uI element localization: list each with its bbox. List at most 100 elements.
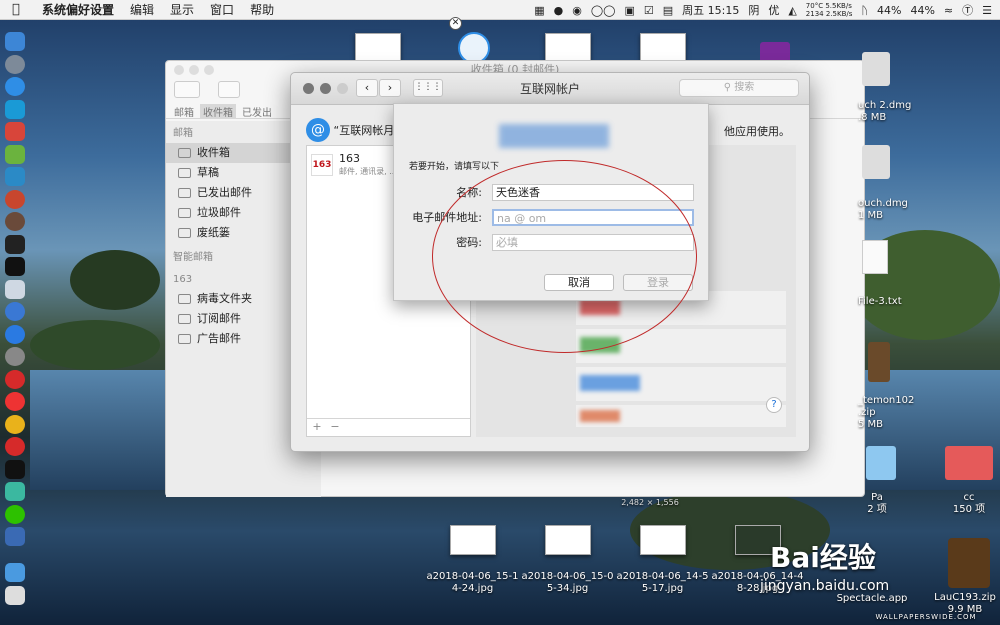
spectacle-app[interactable]: Spectacle.app: [832, 593, 912, 605]
photo-icon[interactable]: [5, 527, 25, 546]
mail-stamp-icon[interactable]: [5, 212, 25, 231]
favorites-sent[interactable]: 已发出: [242, 104, 272, 119]
menu-view[interactable]: 显示: [170, 1, 194, 18]
monitor-icon[interactable]: ▤: [663, 4, 673, 17]
close-icon[interactable]: ✕: [449, 17, 462, 30]
trash-icon[interactable]: [5, 585, 25, 605]
provider-other[interactable]: [576, 405, 786, 427]
desktop-folder-cc[interactable]: cc 150 项: [945, 492, 993, 516]
finder-icon[interactable]: [5, 32, 25, 51]
downloads-folder-icon[interactable]: [5, 563, 25, 582]
accounts-titlebar: ‹ › ⋮⋮⋮ 互联网帐户 ⚲ 搜索: [291, 73, 809, 105]
zip-file-icon-2[interactable]: [948, 538, 990, 588]
add-account-button[interactable]: +: [309, 420, 325, 435]
pin-icon[interactable]: ●: [554, 4, 564, 17]
desktop-folder-pa[interactable]: Pa 2 项: [862, 492, 892, 516]
teamviewer-icon[interactable]: [5, 167, 25, 186]
sheet-logo: [499, 124, 609, 148]
dmg-file-1-icon[interactable]: [862, 52, 890, 86]
chrome-icon[interactable]: [5, 414, 25, 434]
red-folder-icon[interactable]: [945, 446, 993, 480]
desktop-file-dmg-2[interactable]: ouch.dmg 1 MB: [858, 198, 928, 222]
screenshot-thumb-2[interactable]: [545, 525, 591, 555]
launchpad-icon[interactable]: [5, 54, 25, 74]
provider-mail[interactable]: [576, 367, 786, 401]
file-name: a2018-04-06_15-1: [426, 571, 519, 582]
zoom-dot-icon[interactable]: [204, 65, 214, 75]
wechat-icon[interactable]: ◉: [572, 4, 582, 17]
yandex-icon[interactable]: [5, 392, 25, 411]
android-icon[interactable]: [5, 144, 25, 164]
file-size: 2 项: [867, 504, 887, 515]
qq-icon[interactable]: [5, 99, 25, 119]
music-icon[interactable]: [5, 369, 25, 389]
aqi[interactable]: 优: [768, 2, 779, 18]
clock[interactable]: 周五 15:15: [682, 2, 739, 18]
skype-icon[interactable]: Ⓣ: [962, 2, 973, 18]
file-name-2: 5-17.jpg: [641, 583, 684, 594]
cast-icon[interactable]: ◭: [788, 4, 796, 17]
blue-folder-icon[interactable]: [866, 446, 896, 480]
activity-monitor-icon[interactable]: [5, 234, 25, 254]
vivaldi-icon[interactable]: [5, 437, 25, 456]
remove-account-button[interactable]: −: [327, 420, 343, 435]
xcode-icon[interactable]: [5, 302, 25, 321]
appstore-icon[interactable]: [5, 324, 25, 344]
screenshot-file-3[interactable]: a2018-04-06_14-5 5-17.jpg: [615, 571, 710, 595]
wechat-dock-icon[interactable]: [5, 504, 25, 524]
folder-icon: [178, 334, 191, 344]
terminal-icon[interactable]: [5, 257, 25, 276]
zip-file-icon[interactable]: [868, 342, 890, 382]
xmind-icon[interactable]: [5, 122, 25, 141]
desktop-file-dmg-1[interactable]: uch 2.dmg .8 MB: [858, 100, 928, 124]
safari-icon[interactable]: [5, 77, 25, 96]
menu-window[interactable]: 窗口: [210, 1, 234, 18]
file-name: _temon102: [858, 395, 915, 406]
menu-app-name[interactable]: 系统偏好设置: [42, 1, 114, 18]
grid-icon[interactable]: ▦: [534, 4, 544, 17]
search-field[interactable]: ⚲ 搜索: [679, 79, 799, 97]
minimize-dot-icon[interactable]: [189, 65, 199, 75]
bluetooth-icon[interactable]: ᚢ: [861, 4, 868, 17]
compose-button[interactable]: [218, 81, 240, 98]
folder-icon: [178, 294, 191, 304]
dmg-file-2-icon[interactable]: [862, 145, 890, 179]
screenshot-file-1[interactable]: a2018-04-06_15-1 4-24.jpg: [425, 571, 520, 595]
glasses-icon[interactable]: ◯◯: [591, 4, 616, 17]
battery-percent-2[interactable]: 44%: [910, 4, 934, 17]
close-dot-icon[interactable]: [174, 65, 184, 75]
wifi-icon[interactable]: ≈: [944, 4, 953, 17]
junk-icon: [178, 208, 191, 218]
favorites-mailboxes[interactable]: 邮箱: [174, 104, 194, 119]
get-mail-button[interactable]: [174, 81, 200, 98]
system-preferences-icon[interactable]: [5, 347, 25, 366]
sensor-stats[interactable]: 70°C 5.5KB/s 2134 2.5KB/s: [806, 2, 853, 18]
apple-icon[interactable]: : [12, 2, 28, 17]
file-size: 1 MB: [858, 210, 884, 221]
sidebar-item-label: 草稿: [197, 166, 219, 179]
menubar:  系统偏好设置 编辑 显示 窗口 帮助 ▦ ● ◉ ◯◯ ▣ ☑ ▤ 周五 1…: [0, 0, 1000, 20]
sidebar-item-label: 废纸篓: [197, 226, 230, 239]
weibo-icon[interactable]: [5, 189, 25, 209]
list-icon[interactable]: ☰: [982, 4, 992, 17]
net-down: 2.5KB/s: [825, 10, 853, 18]
favorites-inbox[interactable]: 收件箱: [200, 104, 236, 119]
display-icon[interactable]: ▣: [624, 4, 634, 17]
screenshot-file-2[interactable]: a2018-04-06_15-0 5-34.jpg: [520, 571, 615, 595]
desktop-file-zip[interactable]: _temon102 .zip 5 MB: [858, 395, 928, 431]
help-button[interactable]: ?: [766, 397, 782, 413]
menu-edit[interactable]: 编辑: [130, 1, 154, 18]
desktop-file-txt[interactable]: File-3.txt: [858, 296, 928, 308]
txt-file-icon[interactable]: [862, 240, 888, 274]
menu-help[interactable]: 帮助: [250, 1, 274, 18]
file-name: Pa: [871, 492, 883, 503]
battery-percent-1[interactable]: 44%: [877, 4, 901, 17]
weather[interactable]: 阴: [748, 2, 759, 18]
sourcetree-icon[interactable]: [5, 482, 25, 501]
preview-icon[interactable]: [5, 279, 25, 299]
screenshot-thumb-3[interactable]: [640, 525, 686, 555]
screenshot-thumb-1[interactable]: [450, 525, 496, 555]
console-icon[interactable]: [5, 459, 25, 479]
provider-other-logo: [580, 410, 620, 422]
checkbox-icon[interactable]: ☑: [644, 4, 654, 17]
